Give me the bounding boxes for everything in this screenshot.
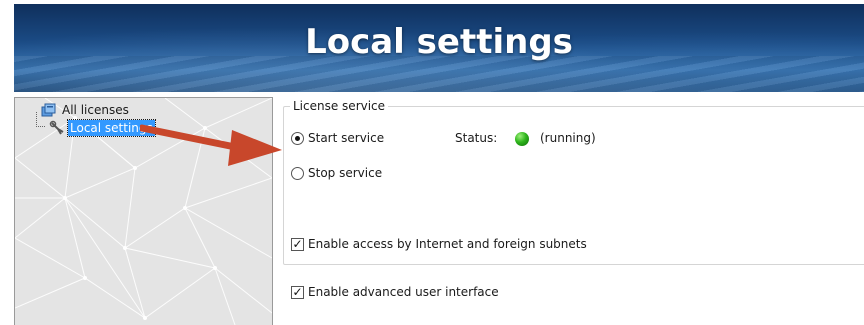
checkbox[interactable]: ✓ <box>291 237 304 251</box>
radio-button[interactable] <box>291 131 304 145</box>
status-label: Status: <box>455 131 498 145</box>
advanced-ui-checkbox[interactable]: ✓ Enable advanced user interface <box>291 285 499 299</box>
settings-icon <box>49 120 64 135</box>
page-title: Local settings <box>305 22 573 62</box>
checkbox-label: Enable advanced user interface <box>308 285 499 299</box>
radio-label: Start service <box>308 131 385 145</box>
tree-item-all-licenses[interactable]: All licenses <box>41 102 131 118</box>
tree-item-label: All licenses <box>62 103 129 117</box>
start-service-radio[interactable]: Start service <box>291 131 384 145</box>
annotation-arrow-icon <box>140 124 282 166</box>
stop-service-radio[interactable]: Stop service <box>291 166 382 180</box>
internet-access-checkbox[interactable]: ✓ Enable access by Internet and foreign … <box>291 237 587 251</box>
status-indicator-icon <box>515 132 529 146</box>
radio-button[interactable] <box>291 166 304 180</box>
checkbox[interactable]: ✓ <box>291 285 304 299</box>
licenses-icon <box>41 103 56 117</box>
group-label: License service <box>290 99 389 113</box>
checkbox-label: Enable access by Internet and foreign su… <box>308 237 587 251</box>
radio-label: Stop service <box>308 166 383 180</box>
tree-item-local-settings[interactable]: Local settings <box>49 119 156 137</box>
header-banner: Local settings <box>14 4 864 92</box>
status-value: (running) <box>540 131 596 145</box>
